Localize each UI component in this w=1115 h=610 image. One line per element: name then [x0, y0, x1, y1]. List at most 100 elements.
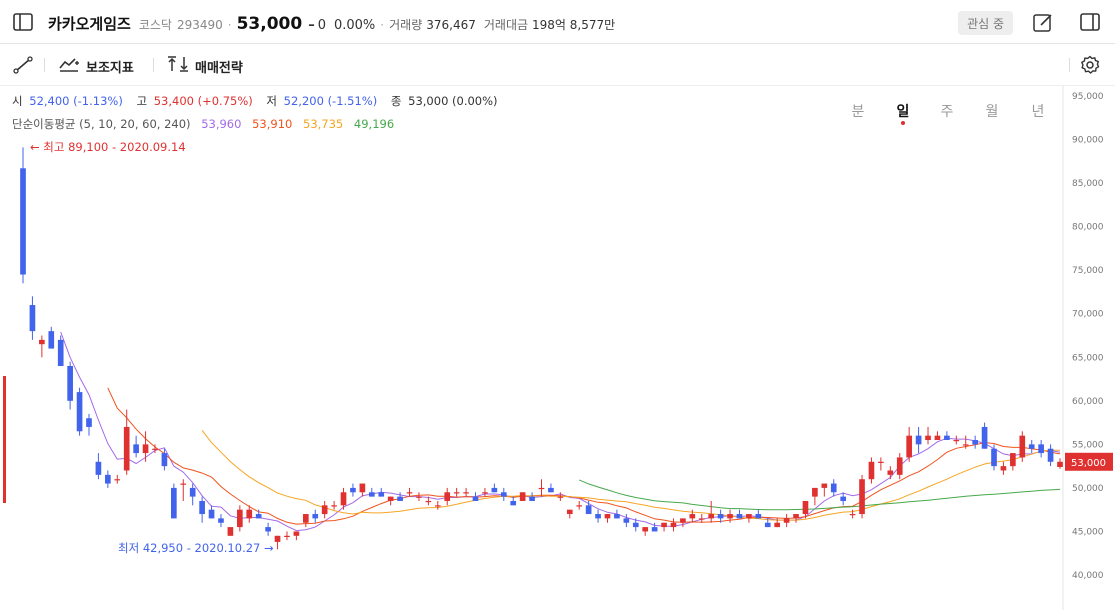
candle	[180, 479, 187, 501]
volume-value: 376,467	[426, 18, 476, 32]
candle	[1028, 440, 1035, 454]
min-price-annotation: 최저 42,950 - 2020.10.27 →	[118, 541, 274, 555]
candle	[453, 487, 460, 497]
candle	[57, 335, 64, 366]
strategy-label: 매매전략	[195, 60, 243, 76]
candle	[331, 500, 337, 510]
candle	[39, 335, 45, 358]
candle	[661, 522, 667, 532]
candle	[793, 514, 799, 523]
header-bar: 카카오게임즈 코스닥 293490 · 53,000 – 0 0.00% · 거…	[0, 0, 1115, 44]
open-label: 시	[12, 94, 23, 108]
y-axis-tick-label: 75,000	[1072, 266, 1104, 276]
y-axis-tick-label: 45,000	[1072, 527, 1104, 537]
market-name: 코스닥	[138, 18, 172, 32]
candle	[972, 435, 978, 449]
candle	[397, 492, 403, 501]
current-price-tag: 53,000	[1065, 452, 1113, 471]
candle	[368, 487, 375, 497]
candle	[20, 147, 26, 284]
y-axis: 95,000 90,000 85,000 80,000 75,000 70,000 65,0…	[1072, 92, 1104, 581]
candle	[915, 426, 922, 454]
stock-name: 카카오게임즈	[48, 15, 131, 33]
y-axis-tick-label: 65,000	[1072, 353, 1104, 363]
candle	[105, 470, 111, 488]
buy-sell-arrows-icon	[167, 55, 189, 77]
candle	[95, 453, 102, 480]
watchlist-label: 관심 중	[967, 16, 1004, 31]
candle	[284, 531, 290, 541]
candle	[350, 483, 356, 497]
edit-icon[interactable]	[1032, 12, 1054, 34]
toolbar-divider	[1069, 58, 1070, 72]
candle	[463, 487, 469, 497]
candle	[123, 409, 130, 475]
change-percent: 0.00%	[333, 18, 376, 33]
y-axis-tick-label: 80,000	[1072, 223, 1104, 233]
stock-code: 293490	[176, 18, 223, 32]
ohlc-info: 시 52,400 (-1.13%) 고 53,400 (+0.75%) 저 52…	[12, 93, 501, 109]
candle	[783, 514, 790, 528]
candle	[576, 500, 583, 510]
candle	[651, 522, 658, 532]
high-label: 고	[136, 94, 148, 108]
toolbar-divider	[44, 58, 45, 72]
amount-label: 거래대금	[483, 18, 529, 32]
y-axis-tick-label: 50,000	[1072, 484, 1104, 494]
open-value: 52,400 (-1.13%)	[29, 94, 123, 108]
candle	[359, 483, 366, 497]
candle	[29, 296, 36, 340]
left-price-range-marker	[3, 376, 6, 503]
candle	[434, 500, 441, 510]
ma20-value: 53,735	[303, 117, 344, 131]
strategy-button[interactable]: 매매전략	[167, 55, 243, 77]
y-axis-tick-label: 85,000	[1072, 179, 1104, 189]
candle	[406, 487, 413, 497]
candle	[510, 496, 517, 506]
chart-toolbar: 보조지표 매매전략 분 일 주 월 년	[0, 44, 1115, 125]
ma-info: 단순이동평균 (5, 10, 20, 60, 240) 53,960 53,91…	[12, 116, 397, 132]
ma-label: 단순이동평균 (5, 10, 20, 60, 240)	[12, 117, 191, 131]
candle	[934, 431, 941, 441]
candle	[227, 527, 234, 536]
draw-line-icon[interactable]	[12, 55, 34, 75]
candle	[538, 479, 545, 497]
candle	[482, 487, 488, 497]
candle	[67, 361, 73, 410]
indicator-button[interactable]: 보조지표	[58, 55, 134, 77]
ma20-line	[201, 430, 1060, 521]
candle	[302, 514, 309, 528]
max-price-annotation: ← 최고 89,100 - 2020.09.14	[30, 140, 186, 154]
panel-toggle-icon[interactable]	[1079, 12, 1101, 32]
candle	[887, 466, 894, 480]
ma10-value: 53,910	[252, 117, 293, 131]
candle	[1019, 431, 1026, 462]
candle	[746, 514, 752, 523]
y-axis-tick-label: 70,000	[1072, 310, 1104, 320]
candle	[736, 509, 743, 519]
sidebar-toggle-icon[interactable]	[12, 12, 34, 32]
candle	[981, 422, 988, 449]
candle	[708, 500, 715, 523]
low-value: 52,200 (-1.51%)	[283, 94, 378, 108]
candle	[472, 492, 479, 501]
candle	[642, 527, 649, 536]
candle	[114, 474, 121, 484]
candle	[189, 483, 196, 506]
candle	[529, 492, 535, 501]
candle	[142, 431, 149, 462]
close-label: 종	[390, 94, 402, 108]
watchlist-button[interactable]: 관심 중	[958, 11, 1013, 35]
settings-gear-icon[interactable]	[1079, 54, 1101, 76]
candle	[991, 444, 997, 471]
candle	[868, 457, 875, 484]
candle	[566, 509, 573, 519]
candle	[698, 514, 705, 523]
amount-value: 198억 8,577만	[532, 18, 616, 32]
candle	[48, 326, 55, 349]
ma10-line	[107, 387, 1061, 525]
candlestick-chart[interactable]: 95,000 90,000 85,000 80,000 75,000 70,000 65,0…	[0, 86, 1115, 610]
candle	[896, 453, 903, 480]
y-axis-tick-label: 55,000	[1072, 440, 1104, 450]
candle	[86, 413, 92, 436]
